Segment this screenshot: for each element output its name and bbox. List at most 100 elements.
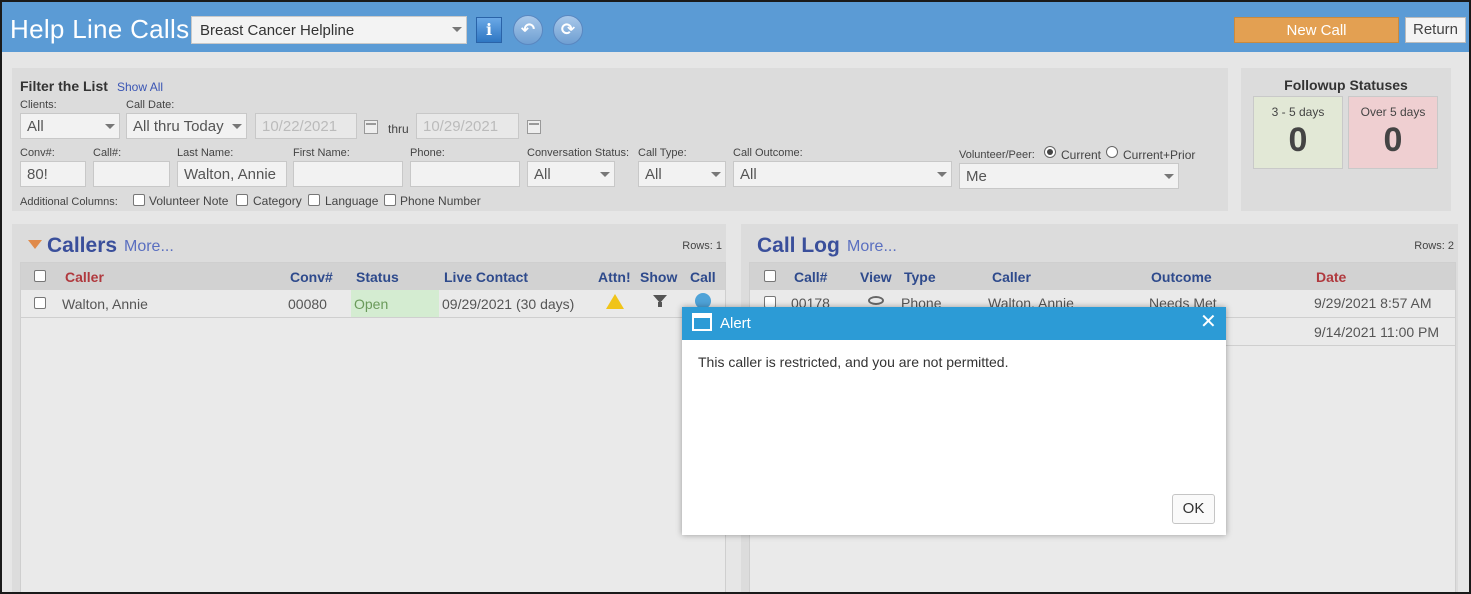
phone-number-checkbox[interactable] — [384, 194, 396, 206]
volunteer-note-checkbox[interactable] — [133, 194, 145, 206]
select-all-checkbox[interactable] — [34, 270, 46, 282]
caller-name[interactable]: Walton, Annie — [62, 296, 148, 312]
col-caller[interactable]: Caller — [992, 269, 1031, 285]
col-caller[interactable]: Caller — [65, 269, 104, 285]
thru-label: thru — [388, 122, 409, 136]
call-type-select[interactable]: All — [638, 161, 726, 187]
col-outcome[interactable]: Outcome — [1151, 269, 1212, 285]
col-call-number[interactable]: Call# — [794, 269, 827, 285]
followup-3-5-count: 0 — [1288, 121, 1308, 159]
chevron-down-icon — [232, 124, 242, 129]
followup-title: Followup Statuses — [1284, 77, 1408, 93]
call-log-rows-count: Rows: 2 — [1414, 240, 1454, 252]
col-view[interactable]: View — [860, 269, 892, 285]
col-date[interactable]: Date — [1316, 269, 1346, 285]
category-label: Category — [253, 194, 302, 208]
radio-current-prior[interactable] — [1106, 146, 1118, 158]
first-name-label: First Name: — [293, 147, 350, 159]
conv-number: 00080 — [288, 296, 327, 312]
close-icon[interactable]: ✕ — [1200, 311, 1217, 333]
refresh-icon[interactable]: ⟳ — [553, 15, 583, 45]
call-date-label: Call Date: — [126, 99, 175, 111]
clients-select[interactable]: All — [20, 113, 120, 139]
phone-input[interactable] — [410, 161, 520, 187]
eye-icon[interactable] — [868, 296, 884, 305]
volunteer-note-label: Volunteer Note — [149, 194, 229, 208]
call-log-title: Call Log — [757, 234, 840, 257]
call-type-value: All — [645, 166, 662, 183]
last-name-input[interactable]: Walton, Annie — [177, 161, 287, 187]
last-name-label: Last Name: — [177, 147, 234, 159]
call-type-label: Call Type: — [638, 147, 687, 159]
col-type[interactable]: Type — [904, 269, 936, 285]
followup-over-5-label: Over 5 days — [1360, 105, 1426, 119]
return-button[interactable]: Return — [1405, 17, 1466, 43]
filter-title: Filter the List — [20, 78, 108, 94]
call-number-input[interactable] — [93, 161, 170, 187]
calendar-icon[interactable] — [364, 120, 378, 134]
status-badge: Open — [354, 296, 389, 312]
window-icon — [692, 313, 712, 331]
call-outcome-select[interactable]: All — [733, 161, 952, 187]
info-icon[interactable]: i — [476, 17, 502, 43]
last-name-value: Walton, Annie — [184, 166, 276, 183]
col-attn[interactable]: Attn! — [598, 269, 631, 285]
first-name-input[interactable] — [293, 161, 403, 187]
call-date-select[interactable]: All thru Today — [126, 113, 247, 139]
language-checkbox[interactable] — [308, 194, 320, 206]
additional-columns-label: Additional Columns: — [20, 196, 118, 208]
app-window: Help Line Calls Breast Cancer Helpline i… — [0, 0, 1471, 594]
radio-current[interactable] — [1044, 146, 1056, 158]
followup-over-5-days[interactable]: Over 5 days 0 — [1348, 96, 1438, 169]
call-log-more-link[interactable]: More... — [847, 238, 897, 256]
radio-current-label: Current — [1061, 148, 1102, 162]
col-call[interactable]: Call — [690, 269, 716, 285]
helpline-select[interactable]: Breast Cancer Helpline — [191, 16, 467, 44]
followup-panel: Followup Statuses 3 - 5 days 0 Over 5 da… — [1241, 68, 1451, 211]
col-live-contact[interactable]: Live Contact — [444, 269, 528, 285]
date-from-value: 10/22/2021 — [262, 118, 338, 135]
callers-grid: Caller Conv# Status Live Contact Attn! S… — [20, 262, 726, 592]
col-status[interactable]: Status — [356, 269, 399, 285]
show-all-link[interactable]: Show All — [117, 80, 163, 94]
conv-input[interactable]: 80! — [20, 161, 86, 187]
undo-icon[interactable]: ↶ — [513, 15, 543, 45]
col-conv[interactable]: Conv# — [290, 269, 333, 285]
volunteer-label: Volunteer/Peer: — [959, 149, 1035, 161]
calendar-icon[interactable] — [527, 120, 541, 134]
col-show[interactable]: Show — [640, 269, 677, 285]
chevron-down-icon — [452, 27, 462, 32]
date-from-input[interactable]: 10/22/2021 — [255, 113, 357, 139]
callers-more-link[interactable]: More... — [124, 238, 174, 256]
followup-3-5-days[interactable]: 3 - 5 days 0 — [1253, 96, 1343, 169]
conversation-status-label: Conversation Status: — [527, 147, 630, 159]
new-call-button[interactable]: New Call — [1234, 17, 1399, 43]
alert-dialog: Alert ✕ This caller is restricted, and y… — [682, 307, 1226, 535]
call-date-select-value: All thru Today — [133, 118, 224, 135]
radio-current-prior-label: Current+Prior — [1123, 148, 1196, 162]
table-row[interactable]: Walton, Annie 00080 Open 09/29/2021 (30 … — [21, 290, 725, 318]
row-checkbox[interactable] — [34, 297, 46, 309]
phone-label: Phone: — [410, 147, 445, 159]
category-checkbox[interactable] — [236, 194, 248, 206]
alert-title: Alert — [720, 315, 751, 332]
volunteer-select[interactable]: Me — [959, 163, 1179, 189]
conversation-status-select[interactable]: All — [527, 161, 615, 187]
callers-title: Callers — [47, 234, 118, 257]
clients-select-value: All — [27, 118, 44, 135]
collapse-triangle-icon[interactable] — [28, 240, 42, 249]
select-all-checkbox[interactable] — [764, 270, 776, 282]
warning-icon[interactable] — [606, 294, 624, 309]
filter-icon-stem — [658, 302, 662, 307]
followup-over-5-count: 0 — [1383, 121, 1403, 159]
live-contact: 09/29/2021 (30 days) — [442, 296, 575, 312]
alert-header: Alert ✕ — [682, 307, 1226, 340]
call-outcome-value: All — [740, 166, 757, 183]
ok-button[interactable]: OK — [1172, 494, 1215, 524]
call-date: 9/29/2021 8:57 AM — [1314, 295, 1432, 311]
filter-panel: Filter the List Show All Clients: All Ca… — [12, 68, 1228, 211]
call-outcome-label: Call Outcome: — [733, 147, 803, 159]
call-date: 9/14/2021 11:00 PM — [1314, 324, 1440, 340]
date-to-input[interactable]: 10/29/2021 — [416, 113, 519, 139]
date-to-value: 10/29/2021 — [423, 118, 499, 135]
